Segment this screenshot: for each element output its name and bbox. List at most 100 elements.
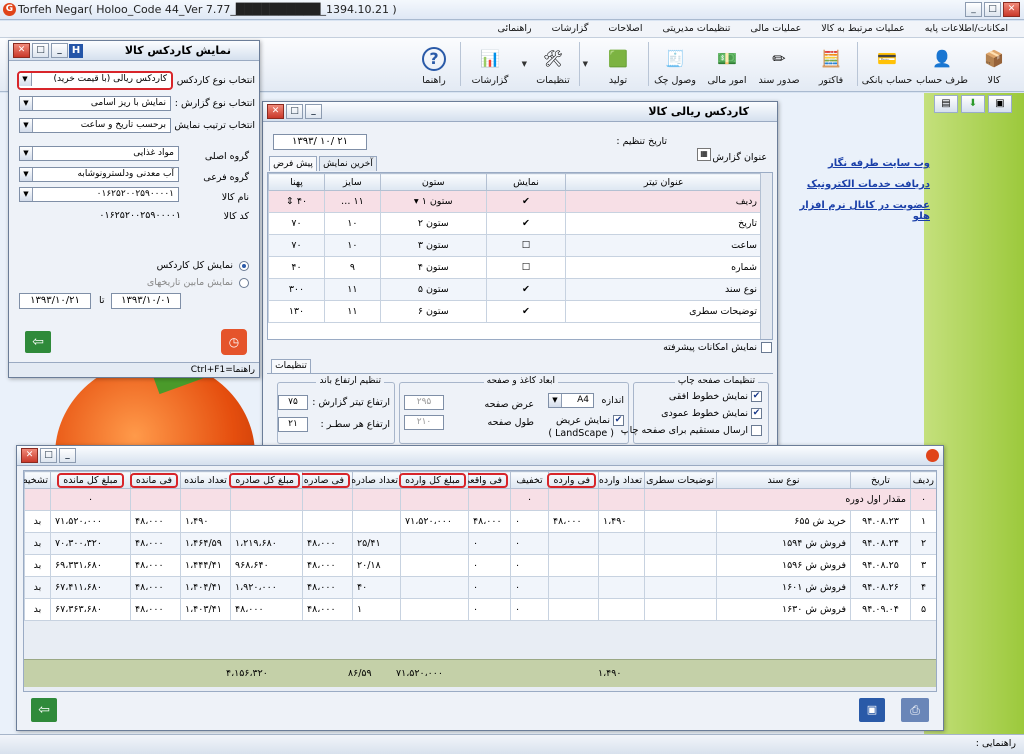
date-range-radio[interactable]: [239, 278, 249, 288]
size-cell[interactable]: ۱۱: [323, 278, 381, 301]
website-link[interactable]: وب سایت طرفه نگار: [796, 158, 930, 169]
header-in-fee[interactable]: فی وارده: [547, 471, 599, 489]
dialog-maximize-button[interactable]: □: [286, 104, 303, 119]
dialog-close-button[interactable]: ✕: [267, 104, 284, 119]
exit-door-icon[interactable]: ⇦: [25, 331, 51, 353]
direct-print-checkbox[interactable]: [751, 425, 762, 436]
column-settings-row[interactable]: ساعت ☐ ستون ۳ ۱۰ ۷۰: [268, 234, 762, 257]
package-icon[interactable]: ▣: [988, 95, 1012, 113]
header-out-qty[interactable]: تعداد صادره: [351, 471, 401, 489]
row-title[interactable]: ردیف: [565, 190, 762, 213]
window-list-icon[interactable]: ▤: [934, 95, 958, 113]
size-cell[interactable]: ۱۰: [323, 234, 381, 257]
report-minimize-button[interactable]: _: [59, 448, 76, 463]
size-cell[interactable]: ۱۱ …: [323, 190, 381, 213]
menu-basic-info[interactable]: امکانات/اطلاعات پایه: [915, 21, 1018, 37]
date-to-input[interactable]: ۱۳۹۳/۱۰/۲۱: [19, 293, 91, 309]
width-cell[interactable]: ۳۰۰: [268, 278, 325, 301]
header-rem-fee[interactable]: فی مانده: [129, 471, 181, 489]
toolbar-check-button[interactable]: 🧾 وصول چک: [649, 38, 701, 90]
column-settings-row[interactable]: تاریخ ✔ ستون ۲ ۱۰ ۷۰: [268, 212, 762, 235]
row-title[interactable]: ساعت: [565, 234, 762, 257]
opening-balance-row[interactable]: ۰ مقدار اول دوره ۰ ۰: [24, 488, 936, 511]
column-combo[interactable]: ستون ۱ ▾: [379, 190, 487, 213]
tab-last-view[interactable]: آخرین نمایش: [319, 156, 377, 171]
width-spinner[interactable]: ۴۰ ⇕: [268, 190, 325, 213]
grid-scrollbar[interactable]: [760, 173, 772, 339]
printer-icon[interactable]: ⎙: [901, 698, 929, 722]
column-cell[interactable]: ستون ۶: [379, 300, 487, 323]
width-cell[interactable]: ۴۰: [268, 256, 325, 279]
header-rem-total[interactable]: مبلغ کل مانده: [50, 471, 131, 489]
kardex-row[interactable]: ۴ ۹۴.۰۸.۲۶ فروش ش ۱۶۰۱ ۰ ۰ ۴۰ ۴۸،۰۰۰ ۱،۹…: [24, 576, 936, 599]
main-group-select[interactable]: مواد غذایی ▼: [19, 146, 179, 161]
col-header-show[interactable]: نمایش: [485, 173, 567, 191]
col-header-size[interactable]: سایز: [323, 173, 381, 191]
calendar-clock-icon[interactable]: ◷: [221, 329, 247, 355]
row-title[interactable]: شماره: [565, 256, 762, 279]
show-checkbox[interactable]: ✔: [485, 190, 567, 213]
column-settings-row[interactable]: نوع سند ✔ ستون ۵ ۱۱ ۳۰۰: [268, 278, 762, 301]
show-checkbox[interactable]: ✔: [485, 278, 567, 301]
dialog-minimize-button[interactable]: _: [305, 104, 322, 119]
header-real-fee[interactable]: فی واقعی: [456, 471, 511, 489]
dialog-minimize-button[interactable]: _: [51, 43, 68, 58]
column-settings-row[interactable]: توضیحات سطری ✔ ستون ۶ ۱۱ ۱۳۰: [268, 300, 762, 323]
close-button[interactable]: ✕: [1003, 2, 1020, 17]
toolbar-reports-button[interactable]: 📊 گزارشات: [461, 38, 519, 90]
column-cell[interactable]: ستون ۳: [379, 234, 487, 257]
menu-corrections[interactable]: اصلاحات: [598, 21, 652, 37]
advanced-options-checkbox[interactable]: [761, 342, 772, 353]
menu-reports[interactable]: گزارشات: [542, 21, 599, 37]
vertical-lines-checkbox[interactable]: ✔: [751, 408, 762, 419]
header-description[interactable]: توضیحات سطری: [644, 471, 717, 489]
size-cell[interactable]: ۹: [323, 256, 381, 279]
header-row-number[interactable]: ردیف: [910, 471, 936, 489]
all-kardex-radio[interactable]: [239, 261, 249, 271]
header-rem-qty[interactable]: تعداد مانده: [180, 471, 231, 489]
toolbar-settings-button[interactable]: 🛠 تنظیمات: [527, 38, 579, 90]
col-header-title[interactable]: عنوان تیتر: [565, 173, 762, 191]
header-in-qty[interactable]: تعداد وارده: [598, 471, 645, 489]
kardex-row[interactable]: ۲ ۹۴.۰۸.۲۴ فروش ش ۱۵۹۴ ۰ ۰ ۲۵/۴۱ ۴۸،۰۰۰ …: [24, 532, 936, 555]
column-settings-row[interactable]: شماره ☐ ستون ۴ ۹ ۴۰: [268, 256, 762, 279]
save-disk-icon[interactable]: ▣: [859, 698, 885, 722]
show-checkbox[interactable]: ✔: [485, 300, 567, 323]
tab-default[interactable]: پیش فرض: [269, 156, 317, 171]
column-cell[interactable]: ستون ۴: [379, 256, 487, 279]
channel-link[interactable]: عضویت در کانال نرم افزار هلو: [796, 200, 930, 222]
header-flag[interactable]: تشخیص: [24, 471, 51, 489]
row-title[interactable]: تاریخ: [565, 212, 762, 235]
menu-financial-ops[interactable]: عملیات مالی: [740, 21, 811, 37]
dialog-close-button[interactable]: ✕: [13, 43, 30, 58]
menu-help[interactable]: راهنمائی: [488, 21, 542, 37]
toolbar-finance-button[interactable]: 💵 امور مالی: [701, 38, 753, 90]
column-cell[interactable]: ستون ۲: [379, 212, 487, 235]
toolbar-goods-button[interactable]: 📦 کالا: [968, 38, 1020, 90]
landscape-checkbox[interactable]: ✔: [613, 415, 624, 426]
width-cell[interactable]: ۱۳۰: [268, 300, 325, 323]
size-cell[interactable]: ۱۱: [323, 300, 381, 323]
col-header-column[interactable]: ستون: [379, 173, 487, 191]
size-cell[interactable]: ۱۰: [323, 212, 381, 235]
kardex-row[interactable]: ۳ ۹۴.۰۸.۲۵ فروش ش ۱۵۹۶ ۰ ۰ ۲۰/۱۸ ۴۸،۰۰۰ …: [24, 554, 936, 577]
toolbar-bank-button[interactable]: 💳 حساب بانکی: [858, 38, 916, 90]
width-cell[interactable]: ۷۰: [268, 212, 325, 235]
horizontal-lines-checkbox[interactable]: ✔: [751, 391, 762, 402]
report-close-button[interactable]: ✕: [21, 448, 38, 463]
row-title[interactable]: نوع سند: [565, 278, 762, 301]
sub-group-select[interactable]: آب معدنی ودلسترونوشابه ▼: [19, 167, 179, 182]
row-height-spinner[interactable]: ۲۱: [278, 417, 308, 432]
paper-size-select[interactable]: A4 ▼: [548, 393, 594, 408]
date-from-input[interactable]: ۱۳۹۳/۱۰/۰۱: [111, 293, 181, 309]
toolbar-party-button[interactable]: 👤 طرف حساب: [916, 38, 968, 90]
menu-admin-settings[interactable]: تنظیمات مدیریتی: [653, 21, 741, 37]
settings-dropdown-arrow-icon[interactable]: ▼: [519, 42, 527, 86]
settings-tab[interactable]: تنظیمات: [271, 359, 311, 373]
show-checkbox[interactable]: ✔: [485, 212, 567, 235]
header-height-spinner[interactable]: ۷۵: [278, 395, 308, 410]
e-services-link[interactable]: دریافت خدمات الکترونیک: [796, 179, 930, 190]
toolbar-invoice-button[interactable]: 🧮 فاکتور: [805, 38, 857, 90]
header-in-total[interactable]: مبلغ کل وارده: [399, 471, 469, 489]
download-arrow-icon[interactable]: ⬇: [961, 95, 985, 113]
